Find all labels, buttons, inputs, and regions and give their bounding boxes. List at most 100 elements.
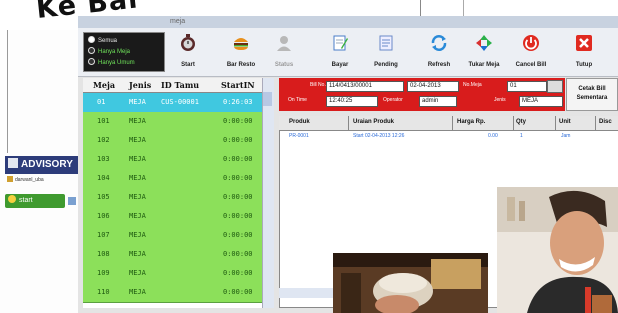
column-header-unit[interactable]: Unit: [559, 119, 571, 125]
product-cell-description[interactable]: Start 02-04-2013 12:26: [353, 133, 404, 139]
column-header-produk[interactable]: Produk: [289, 119, 310, 125]
pending-button[interactable]: Pending: [364, 32, 408, 72]
column-header-jenis[interactable]: Jenis: [129, 80, 151, 90]
table-row[interactable]: 105 MEJA 0:00:00: [83, 188, 273, 208]
column-divider: [452, 116, 453, 130]
table-row[interactable]: 110 MEJA 0:00:00: [83, 283, 273, 303]
cancel-bill-button[interactable]: Cancel Bill: [509, 32, 553, 72]
bayar-button-label: Bayar: [331, 62, 349, 68]
tutup-button[interactable]: Tutup: [562, 32, 606, 72]
table-row[interactable]: 103 MEJA 0:00:00: [83, 150, 273, 170]
table-cell-start: 0:00:00: [223, 250, 253, 258]
column-divider: [513, 116, 514, 130]
desktop-divider: [7, 30, 8, 153]
jenis-field[interactable]: MEJA: [519, 96, 563, 107]
mode-option-semua[interactable]: Semua: [88, 36, 117, 44]
grid-scrollbar[interactable]: [262, 78, 274, 308]
table-row[interactable]: 102 MEJA 0:00:00: [83, 131, 273, 151]
move-arrows-icon: [476, 35, 492, 51]
advisory-bar[interactable]: ADVISORY: [5, 156, 78, 174]
table-cell-meja: 109: [97, 269, 110, 277]
table-cell-meja: 105: [97, 193, 110, 201]
table-cell-jenis: MEJA: [129, 269, 146, 277]
column-header-id-tamu[interactable]: ID Tamu: [161, 80, 199, 90]
bayar-button[interactable]: Bayar: [318, 32, 362, 72]
product-cell-price[interactable]: 0.00: [488, 133, 498, 139]
table-cell-start: 0:00:00: [223, 231, 253, 239]
tukar-meja-button[interactable]: Tukar Meja: [462, 32, 506, 72]
windows-logo-icon: [8, 195, 16, 203]
table-cell-jenis: MEJA: [129, 174, 146, 182]
radio-icon: [88, 58, 95, 65]
status-button[interactable]: Status: [262, 32, 306, 72]
advisory-icon: [8, 158, 18, 168]
column-header-qty[interactable]: Qty: [516, 119, 526, 125]
table-cell-meja: 108: [97, 250, 110, 258]
table-row[interactable]: 107 MEJA 0:00:00: [83, 226, 273, 246]
column-divider: [595, 116, 596, 130]
user-silhouette-icon: [277, 36, 291, 51]
table-cell-id: CUS-00001: [161, 98, 199, 106]
bar-resto-button[interactable]: Bar Resto: [219, 32, 263, 72]
jenis-label: Jenis: [494, 97, 506, 103]
column-header-uraian-produk[interactable]: Uraian Produk: [353, 119, 394, 125]
no-meja-field[interactable]: 01: [507, 81, 547, 92]
start-button[interactable]: Start: [166, 32, 210, 72]
table-cell-meja: 102: [97, 136, 110, 144]
table-row[interactable]: 01 MEJA CUS-00001 0:26:03: [83, 93, 273, 113]
column-header-startin[interactable]: StartIN: [221, 80, 255, 90]
table-cell-start: 0:00:00: [223, 155, 253, 163]
product-cell-qty[interactable]: 1: [520, 133, 523, 139]
column-divider: [348, 116, 349, 130]
cetak-bill-sementara-button[interactable]: Cetak Bill Sementara: [566, 78, 618, 111]
bill-date-field[interactable]: 02-04-2013: [407, 81, 459, 92]
table-cell-start: 0:00:00: [223, 117, 253, 125]
radio-icon: [88, 36, 95, 43]
on-time-field[interactable]: 12:40:25: [326, 96, 378, 107]
column-divider: [555, 116, 556, 130]
table-row[interactable]: 104 MEJA 0:00:00: [83, 169, 273, 189]
column-header-disc[interactable]: Disc: [599, 119, 612, 125]
mode-option-label: Hanya Meja: [98, 49, 131, 55]
table-row[interactable]: 106 MEJA 0:00:00: [83, 207, 273, 227]
table-cell-jenis: MEJA: [129, 250, 146, 258]
table-cell-meja: 103: [97, 155, 110, 163]
table-cell-start: 0:00:00: [223, 212, 253, 220]
no-meja-label: No.Meja: [463, 82, 482, 88]
table-row[interactable]: 101 MEJA 0:00:00: [83, 112, 273, 132]
product-cell-unit[interactable]: Jam: [561, 133, 570, 139]
table-row[interactable]: 109 MEJA 0:00:00: [83, 264, 273, 284]
table-cell-jenis: MEJA: [129, 193, 146, 201]
pending-button-label: Pending: [374, 62, 398, 68]
table-cell-start: 0:26:03: [223, 98, 253, 106]
table-cell-jenis: MEJA: [129, 136, 146, 144]
status-button-label: Status: [274, 62, 294, 68]
meja-lookup-button[interactable]: [547, 80, 563, 93]
mode-option-hanya-meja[interactable]: Hanya Meja: [88, 47, 130, 55]
edit-document-icon: [333, 35, 348, 51]
table-row[interactable]: 108 MEJA 0:00:00: [83, 245, 273, 265]
operator-field[interactable]: admin: [419, 96, 457, 107]
bill-no-field[interactable]: 114/0413/00001: [326, 81, 404, 92]
column-header-meja[interactable]: Meja: [93, 80, 115, 90]
quick-launch-icon[interactable]: [68, 197, 76, 205]
start-menu-button[interactable]: start: [5, 194, 65, 208]
mode-filter: Semua Hanya Meja Hanya Umum: [83, 32, 165, 72]
user-icon: [7, 176, 13, 182]
on-time-label: On Time: [288, 97, 307, 103]
table-grid-header: Meja Jenis ID Tamu StartIN: [83, 78, 273, 93]
table-cell-meja: 101: [97, 117, 110, 125]
refresh-button[interactable]: Refresh: [417, 32, 461, 72]
mode-option-hanya-umum[interactable]: Hanya Umum: [88, 58, 135, 66]
product-cell-code[interactable]: PR-0001: [289, 133, 309, 139]
column-header-harga[interactable]: Harga Rp.: [457, 119, 485, 125]
bar-resto-button-label: Bar Resto: [226, 62, 256, 68]
product-table-scrollbar[interactable]: [279, 288, 339, 298]
window-title-bar[interactable]: meja: [78, 16, 618, 28]
table-cell-jenis: MEJA: [129, 231, 146, 239]
table-cell-jenis: MEJA: [129, 288, 146, 296]
grid-scrollbar-thumb[interactable]: [263, 92, 272, 106]
tutup-button-label: Tutup: [575, 62, 593, 68]
table-cell-jenis: MEJA: [129, 117, 146, 125]
table-cell-meja: 106: [97, 212, 110, 220]
